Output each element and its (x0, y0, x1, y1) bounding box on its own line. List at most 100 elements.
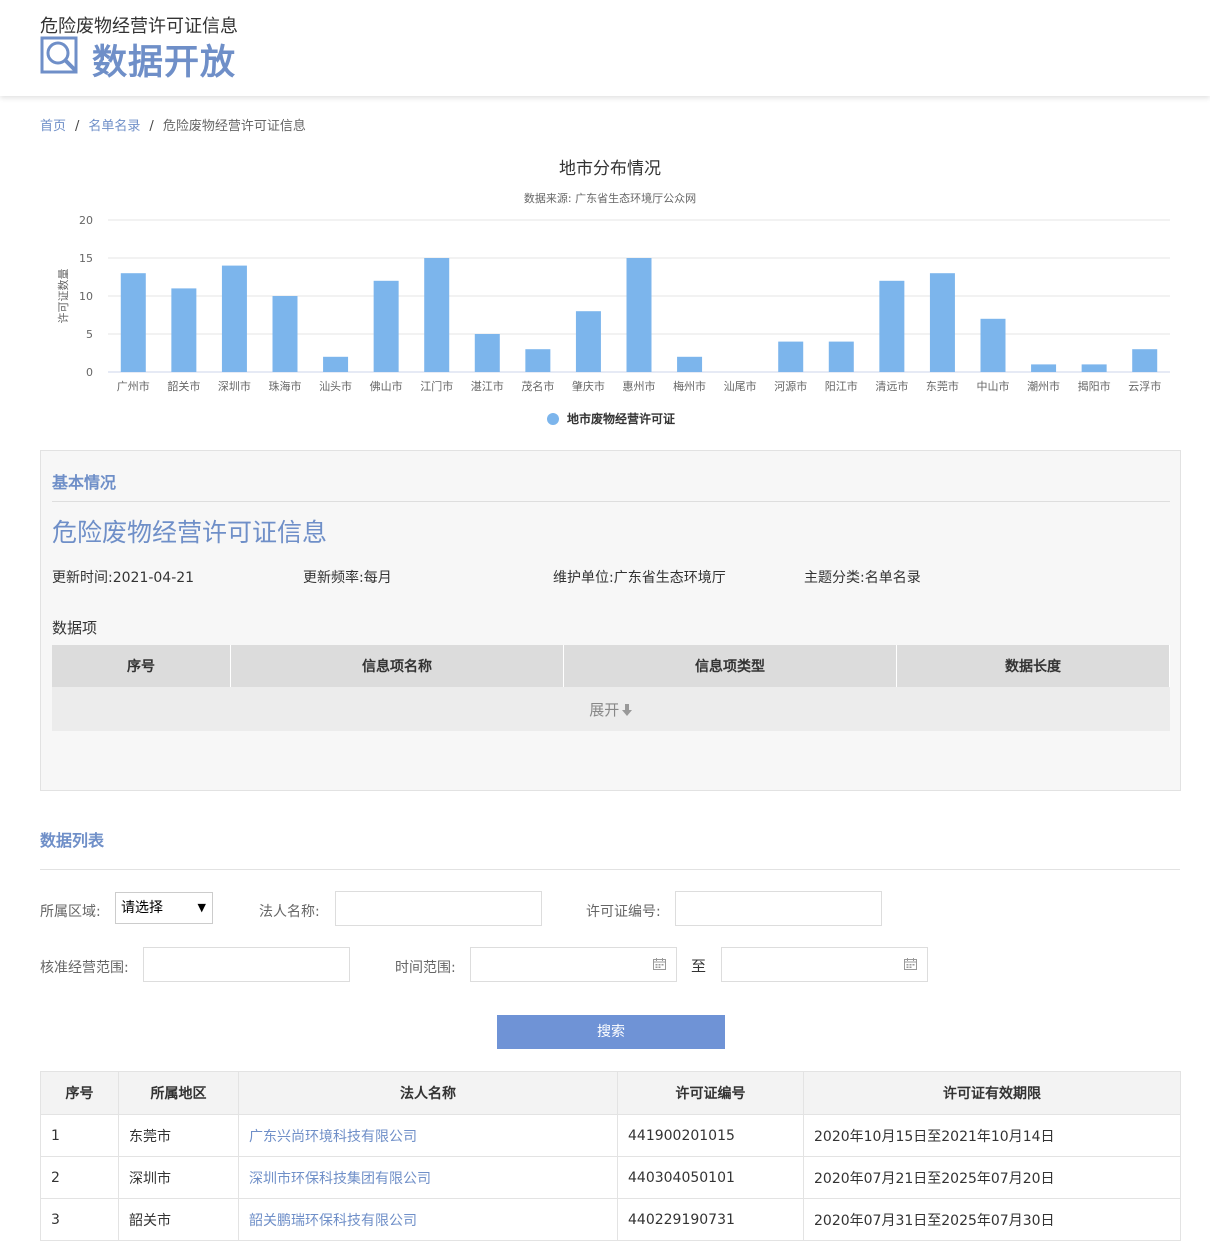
breadcrumb-home[interactable]: 首页 (40, 119, 66, 134)
breadcrumb: 首页 / 名单名录 / 危险废物经营许可证信息 (40, 115, 306, 134)
company-link[interactable]: 韶关鹏瑞环保科技有限公司 (238, 1198, 618, 1241)
table-row: 1 东莞市 广东兴尚环境科技有限公司 441900201015 2020年10月… (40, 1114, 1181, 1157)
row-validity: 2020年10月15日至2021年10月14日 (803, 1114, 1181, 1157)
basic-info-panel: 基本情况 危险废物经营许可证信息 更新时间:2021-04-21 更新频率:每月… (40, 450, 1181, 791)
bar (626, 258, 652, 372)
bar (828, 341, 854, 372)
company-link[interactable]: 广东兴尚环境科技有限公司 (238, 1114, 618, 1157)
x-tick-label: 惠州市 (623, 379, 656, 393)
calendar-icon[interactable] (904, 958, 917, 970)
x-tick-label: 汕尾市 (724, 379, 757, 393)
data-items-table: 序号 信息项名称 信息项类型 数据长度 展开 (52, 645, 1170, 731)
bar (120, 273, 146, 372)
x-tick-label: 潮州市 (1027, 379, 1060, 393)
x-tick-label: 东莞市 (926, 379, 959, 393)
x-tick-label: 韶关市 (167, 379, 200, 393)
x-tick-label: 茂名市 (521, 379, 554, 393)
bar (525, 349, 551, 372)
basic-info-heading: 基本情况 (52, 473, 117, 492)
arrow-down-icon (622, 704, 633, 716)
scope-label: 核准经营范围: (40, 960, 129, 976)
y-axis-label: 许可证数量 (57, 269, 70, 324)
column-header: 法人名称 (238, 1071, 618, 1115)
bar (879, 280, 905, 372)
search-button[interactable]: 搜索 (497, 1015, 725, 1049)
breadcrumb-separator: / (149, 119, 154, 134)
column-header: 所属地区 (118, 1071, 239, 1115)
bar (778, 341, 804, 372)
x-tick-label: 佛山市 (370, 379, 403, 393)
to-label: 至 (691, 957, 707, 975)
divider (40, 869, 1180, 870)
bar (1081, 364, 1107, 372)
site-title: 数据开放 (92, 43, 237, 83)
x-tick-label: 河源市 (774, 379, 807, 393)
column-header: 数据长度 (896, 645, 1170, 687)
site-header: 危险废物经营许可证信息 数据开放 (0, 0, 1210, 96)
bar (1031, 364, 1057, 372)
breadcrumb-current: 危险废物经营许可证信息 (162, 119, 306, 134)
chart-subtitle: 数据来源: 广东省生态环境厅公众网 (524, 191, 696, 205)
maintainer: 维护单位:广东省生态环境厅 (553, 570, 726, 586)
magnifier-logo-icon (40, 36, 78, 74)
x-tick-label: 揭阳市 (1078, 379, 1111, 393)
bar (424, 258, 450, 372)
column-header: 许可证编号 (617, 1071, 804, 1115)
company-link[interactable]: 深圳市环保科技集团有限公司 (238, 1156, 618, 1199)
x-tick-label: 深圳市 (218, 379, 251, 393)
bar (677, 356, 703, 372)
license-number-input[interactable] (675, 891, 882, 926)
table-row: 2 深圳市 深圳市环保科技集团有限公司 440304050101 2020年07… (40, 1156, 1181, 1199)
bar (1132, 349, 1158, 372)
column-header: 信息项类型 (563, 645, 897, 687)
bar (373, 280, 399, 372)
x-tick-label: 梅州市 (673, 379, 706, 393)
row-license-number: 441900201015 (617, 1114, 804, 1157)
x-tick-label: 珠海市 (269, 379, 302, 393)
data-list-heading: 数据列表 (40, 831, 105, 850)
row-region: 东莞市 (118, 1114, 239, 1157)
bar (171, 288, 197, 372)
row-license-number: 440304050101 (617, 1156, 804, 1199)
region-select-value: 请选择 (121, 900, 163, 916)
legal-name-input[interactable] (335, 891, 542, 926)
divider (52, 501, 1170, 502)
bar (575, 311, 601, 372)
update-time: 更新时间:2021-04-21 (52, 570, 195, 586)
row-region: 韶关市 (118, 1198, 239, 1241)
region-select[interactable]: 请选择 ▼ (115, 892, 213, 924)
column-header: 序号 (52, 645, 231, 687)
scope-input[interactable] (143, 947, 350, 982)
column-header: 信息项名称 (230, 645, 564, 687)
license-number-label: 许可证编号: (586, 904, 661, 920)
bar (323, 356, 349, 372)
bar (980, 318, 1006, 372)
legend-label: 地市废物经营许可证 (567, 411, 675, 426)
breadcrumb-list[interactable]: 名单名录 (88, 119, 140, 134)
license-results-table: 序号 所属地区 法人名称 许可证编号 许可证有效期限 1 东莞市 广东兴尚环境科… (40, 1071, 1181, 1241)
table-row: 3 韶关市 韶关鹏瑞环保科技有限公司 440229190731 2020年07月… (40, 1198, 1181, 1241)
x-tick-label: 清远市 (875, 379, 908, 393)
expand-label: 展开 (589, 700, 620, 719)
chevron-down-icon: ▼ (197, 901, 206, 914)
expand-button[interactable]: 展开 (52, 687, 1170, 731)
row-index: 1 (40, 1114, 119, 1157)
row-validity: 2020年07月31日至2025年07月30日 (803, 1198, 1181, 1241)
row-index: 2 (40, 1156, 119, 1199)
x-tick-label: 肇庆市 (572, 379, 605, 393)
row-validity: 2020年07月21日至2025年07月20日 (803, 1156, 1181, 1199)
column-header: 许可证有效期限 (803, 1071, 1181, 1115)
start-date-input[interactable] (470, 947, 677, 982)
region-label: 所属区域: (40, 904, 101, 920)
y-tick-label: 10 (79, 290, 93, 303)
y-tick-label: 0 (86, 366, 93, 379)
y-tick-label: 5 (86, 328, 93, 341)
bar (474, 334, 500, 372)
column-header: 序号 (40, 1071, 119, 1115)
calendar-icon[interactable] (653, 958, 666, 970)
chart-title: 地市分布情况 (559, 159, 661, 179)
row-region: 深圳市 (118, 1156, 239, 1199)
city-distribution-chart: 地市分布情况 数据来源: 广东省生态环境厅公众网 0 5 10 15 20 许可证数量 广州市 韶… (40, 150, 1180, 440)
x-tick-label: 汕头市 (319, 379, 352, 393)
end-date-input[interactable] (721, 947, 928, 982)
